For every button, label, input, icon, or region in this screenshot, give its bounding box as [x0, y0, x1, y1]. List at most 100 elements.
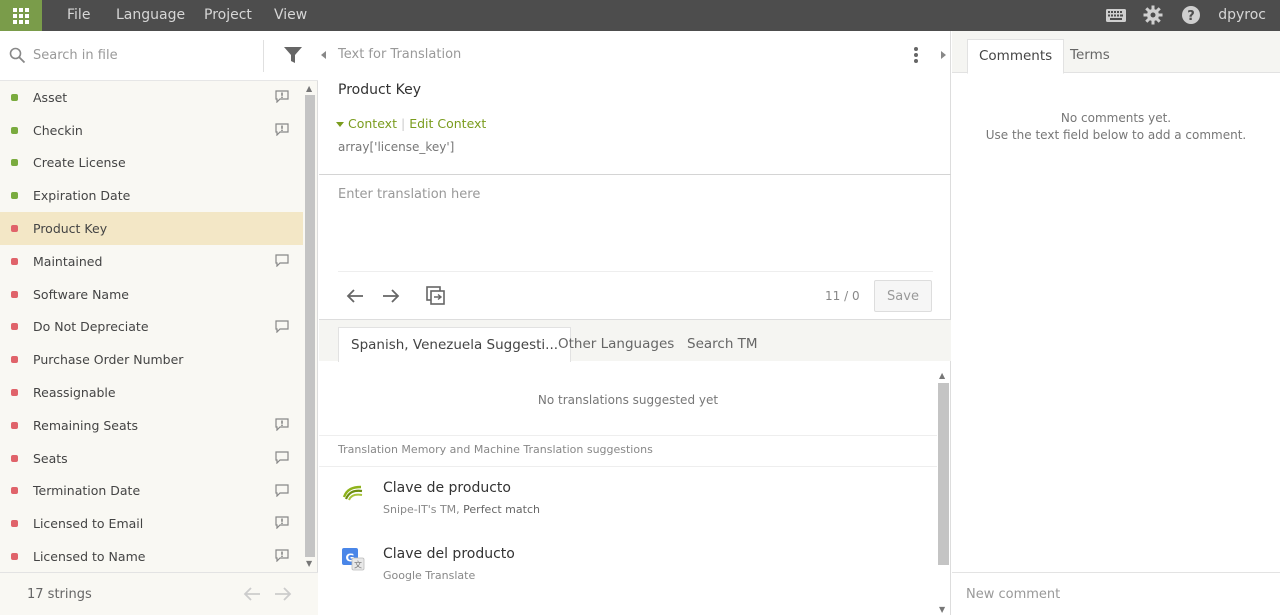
suggestions-area: No translations suggested yet Translatio…: [319, 361, 937, 615]
string-row[interactable]: Product Key: [0, 212, 303, 245]
string-row[interactable]: Licensed to Email: [0, 507, 303, 540]
status-dot: [11, 421, 18, 429]
context-caret-icon[interactable]: [336, 122, 344, 127]
string-row[interactable]: Purchase Order Number: [0, 343, 303, 376]
divider: [338, 271, 933, 272]
suggestion-text: Clave de producto: [383, 480, 511, 496]
string-row[interactable]: Licensed to Name: [0, 540, 303, 572]
menu-language[interactable]: Language: [116, 7, 185, 23]
next-page-arrow-icon[interactable]: [273, 586, 293, 602]
status-dot: [11, 192, 18, 200]
string-label: Remaining Seats: [33, 417, 139, 433]
search-input[interactable]: [33, 45, 253, 65]
status-dot: [11, 356, 18, 364]
character-counter: 11 / 0: [825, 289, 860, 303]
tm-icon: [342, 485, 363, 501]
string-label: Product Key: [33, 221, 108, 237]
collapse-right-icon[interactable]: [941, 51, 946, 59]
string-row[interactable]: Seats: [0, 442, 303, 475]
strings-count: 17 strings: [27, 587, 92, 602]
divider: [319, 435, 937, 436]
scroll-thumb[interactable]: [938, 383, 949, 565]
status-dot: [11, 520, 18, 528]
comment-icon[interactable]: [275, 483, 289, 497]
scroll-up-arrow[interactable]: ▲: [939, 371, 945, 381]
scroll-down-arrow[interactable]: ▼: [306, 559, 312, 569]
svg-text:?: ?: [1187, 9, 1195, 24]
filter-icon[interactable]: [283, 46, 303, 65]
tab-other-languages[interactable]: Other Languages: [546, 327, 686, 362]
gear-icon[interactable]: [1143, 5, 1163, 25]
status-dot: [11, 290, 18, 298]
prev-page-arrow-icon[interactable]: [242, 586, 262, 602]
previous-string-arrow-icon[interactable]: [343, 285, 367, 307]
match-label: Perfect match: [463, 503, 540, 516]
no-comments-message: No comments yet. Use the text field belo…: [952, 110, 1280, 144]
string-row[interactable]: Create License: [0, 147, 303, 180]
string-label: Asset: [33, 89, 68, 105]
comment-issue-icon[interactable]: [275, 549, 289, 563]
divider: [319, 174, 951, 175]
menu-file[interactable]: File: [67, 7, 90, 23]
strings-scrollbar[interactable]: ▲ ▼: [303, 81, 317, 572]
string-list: Asset Checkin Create License Expiration Dat…: [0, 81, 303, 572]
comment-issue-icon[interactable]: [275, 516, 289, 530]
string-row[interactable]: Remaining Seats: [0, 409, 303, 442]
copy-source-icon[interactable]: [424, 285, 448, 307]
editor-panel: Text for Translation Product Key Context…: [319, 31, 951, 615]
comment-icon[interactable]: [275, 451, 289, 464]
context-toggle[interactable]: Context: [348, 116, 397, 131]
tab-language-suggestions[interactable]: Spanish, Venezuela Suggesti...: [338, 327, 572, 362]
string-row[interactable]: Reassignable: [0, 376, 303, 409]
more-options-icon[interactable]: [914, 47, 918, 63]
suggestion-item[interactable]: Clave de producto Snipe-IT's TM, Perfect…: [319, 473, 937, 533]
string-row[interactable]: Software Name: [0, 278, 303, 311]
suggestion-tabs: Spanish, Venezuela Suggesti... Other Lan…: [319, 319, 951, 362]
status-dot: [11, 454, 18, 462]
comment-issue-icon[interactable]: [275, 418, 289, 431]
right-tabs: Comments Terms: [952, 31, 1280, 74]
string-label: Reassignable: [33, 385, 116, 401]
username[interactable]: dpyroc: [1218, 7, 1266, 23]
save-button[interactable]: Save: [874, 280, 932, 312]
string-label: Maintained: [33, 253, 103, 269]
apps-menu-button[interactable]: [0, 0, 42, 31]
edit-context-link[interactable]: Edit Context: [409, 116, 486, 131]
keyboard-icon[interactable]: [1105, 5, 1127, 25]
suggestion-item[interactable]: G 文 Clave del producto Google Translate: [319, 539, 937, 599]
translation-input[interactable]: [338, 187, 933, 267]
status-dot: [11, 323, 18, 331]
string-row[interactable]: Checkin: [0, 114, 303, 147]
string-row[interactable]: Do Not Depreciate: [0, 311, 303, 344]
suggestions-scrollbar[interactable]: ▲ ▼: [937, 369, 950, 615]
string-label: Do Not Depreciate: [33, 319, 149, 335]
string-label: Checkin: [33, 122, 83, 138]
scroll-up-arrow[interactable]: ▲: [306, 84, 312, 94]
search-divider: [263, 40, 264, 72]
comment-issue-icon[interactable]: [275, 123, 289, 136]
string-row[interactable]: Asset: [0, 81, 303, 114]
help-icon[interactable]: ?: [1181, 5, 1201, 25]
source-text: Product Key: [338, 82, 421, 98]
strings-footer: 17 strings: [0, 572, 318, 615]
no-comments-line1: No comments yet.: [1060, 111, 1172, 125]
new-comment-input[interactable]: [952, 572, 1280, 615]
string-row[interactable]: Maintained: [0, 245, 303, 278]
string-row[interactable]: Expiration Date: [0, 179, 303, 212]
context-value: array['license_key']: [338, 140, 455, 154]
string-label: Software Name: [33, 286, 129, 302]
comment-icon[interactable]: [275, 319, 289, 333]
scroll-down-arrow[interactable]: ▼: [939, 605, 945, 615]
next-string-arrow-icon[interactable]: [379, 285, 403, 307]
comment-icon[interactable]: [275, 254, 289, 267]
search-icon: [9, 47, 26, 64]
tab-comments[interactable]: Comments: [967, 39, 1065, 74]
tab-search-tm[interactable]: Search TM: [675, 327, 770, 362]
menu-view[interactable]: View: [274, 7, 307, 23]
menu-project[interactable]: Project: [204, 7, 252, 23]
scroll-thumb[interactable]: [305, 95, 315, 557]
collapse-left-icon[interactable]: [321, 51, 326, 59]
string-row[interactable]: Termination Date: [0, 475, 303, 508]
comment-issue-icon[interactable]: [275, 90, 289, 103]
tab-terms[interactable]: Terms: [1059, 39, 1121, 73]
